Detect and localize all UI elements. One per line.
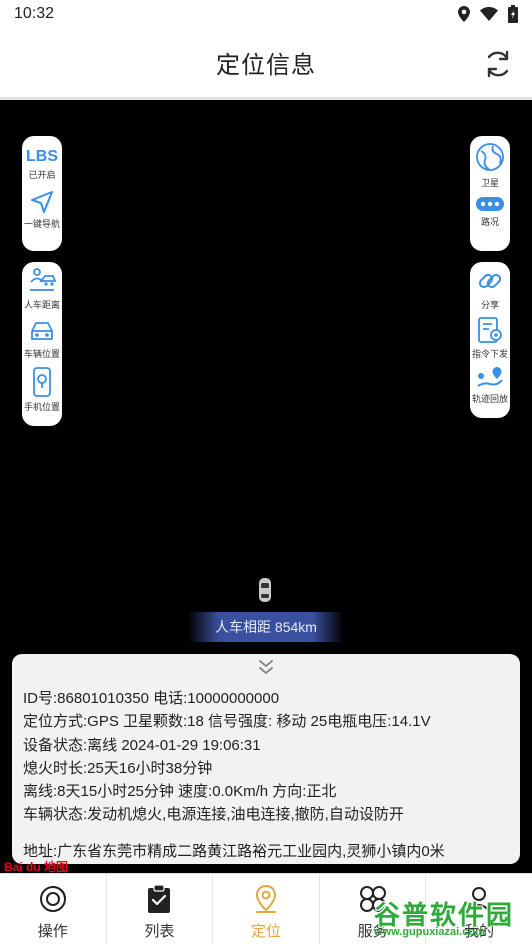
location-pin-icon	[255, 884, 276, 913]
info-address-line: 地址:广东省东莞市精成二路黄江路裕元工业园内,灵狮小镇内0米	[23, 843, 445, 860]
satellite-map-icon	[476, 143, 504, 171]
wifi-icon	[480, 7, 498, 21]
lbs-icon: LBS	[26, 148, 58, 165]
share-label: 分享	[480, 300, 499, 310]
person-car-distance-icon	[30, 268, 57, 291]
info-device-line: 设备状态:离线 2024-01-29 19:06:31	[23, 736, 261, 754]
car-location-icon	[31, 322, 53, 340]
app-header: 定位信息	[0, 28, 532, 100]
status-icons	[458, 5, 518, 23]
left-panel-bottom: 人车距离 车辆位置 手机位置	[22, 262, 62, 426]
share-link-icon	[478, 273, 502, 289]
navigate-label: 一键导航	[23, 219, 60, 229]
track-playback-icon	[477, 367, 503, 387]
satellite-button[interactable]: 卫星	[470, 142, 510, 189]
navigate-button[interactable]: 一键导航	[22, 189, 62, 230]
distance-pill: 人车相距 854km	[188, 612, 344, 642]
traffic-icon	[476, 197, 504, 211]
left-panel-top: LBS 已开启 一键导航	[22, 136, 62, 251]
refresh-icon[interactable]	[482, 48, 514, 80]
site-watermark: 谷普软件园 www.gupuxiazai.com	[370, 893, 530, 941]
phone-location-button[interactable]: 手机位置	[22, 366, 62, 413]
status-bar: 10:32	[0, 0, 532, 28]
nav-list[interactable]: 列表	[107, 874, 214, 944]
info-mode-line: 定位方式:GPS 卫星颗数:18 信号强度: 移动 25电瓶电压:14.1V	[23, 713, 431, 731]
right-panel-bottom: 分享 指令下发 轨迹回放	[470, 262, 510, 418]
info-offline-line: 离线:8天15小时25分钟 速度:0.0Km/h 方向:正北	[23, 783, 337, 801]
info-id-line: ID号:86801010350 电话:10000000000	[23, 690, 280, 707]
car-marker-icon[interactable]	[258, 577, 272, 603]
traffic-label: 路况	[480, 217, 499, 227]
navigate-arrow-icon	[31, 191, 53, 213]
info-vehicle-line: 车辆状态:发动机熄火,电源连接,油电连接,撤防,自动设防开	[23, 806, 404, 824]
info-off-line: 熄火时长:25天16小时38分钟	[23, 759, 213, 777]
traffic-button[interactable]: 路况	[470, 195, 510, 228]
page-title: 定位信息	[216, 52, 316, 79]
nav-location-label: 定位	[250, 923, 281, 940]
info-lines: ID号:86801010350 电话:10000000000 定位方式:GPS …	[23, 687, 431, 827]
command-label: 指令下发	[471, 349, 508, 359]
phone-location-icon	[33, 367, 51, 397]
person-car-distance-button[interactable]: 人车距离	[22, 266, 62, 311]
command-button[interactable]: 指令下发	[470, 315, 510, 360]
car-location-label: 车辆位置	[23, 349, 60, 359]
person-car-distance-label: 人车距离	[23, 300, 60, 310]
share-button[interactable]: 分享	[470, 266, 510, 311]
nav-operate-label: 操作	[37, 923, 68, 940]
command-icon	[478, 317, 502, 343]
status-time: 10:32	[14, 5, 55, 22]
battery-icon	[508, 5, 518, 23]
chevron-down-icon[interactable]	[256, 658, 276, 676]
nav-operate[interactable]: 操作	[0, 874, 107, 944]
watermark-url: www.gupuxiazai.com	[374, 926, 485, 938]
nav-list-label: 列表	[144, 923, 175, 940]
track-playback-label: 轨迹回放	[471, 394, 508, 404]
list-clipboard-icon	[148, 884, 171, 913]
right-panel-top: 卫星 路况	[470, 136, 510, 251]
info-card: ID号:86801010350 电话:10000000000 定位方式:GPS …	[12, 654, 520, 864]
track-playback-button[interactable]: 轨迹回放	[470, 364, 510, 405]
location-status-icon	[458, 6, 470, 22]
car-location-button[interactable]: 车辆位置	[22, 317, 62, 360]
lbs-label: 已开启	[28, 170, 56, 180]
satellite-label: 卫星	[480, 178, 499, 188]
operate-icon	[39, 886, 66, 912]
nav-location[interactable]: 定位	[213, 874, 320, 944]
phone-location-label: 手机位置	[23, 402, 60, 412]
lbs-button[interactable]: LBS 已开启	[22, 148, 62, 181]
